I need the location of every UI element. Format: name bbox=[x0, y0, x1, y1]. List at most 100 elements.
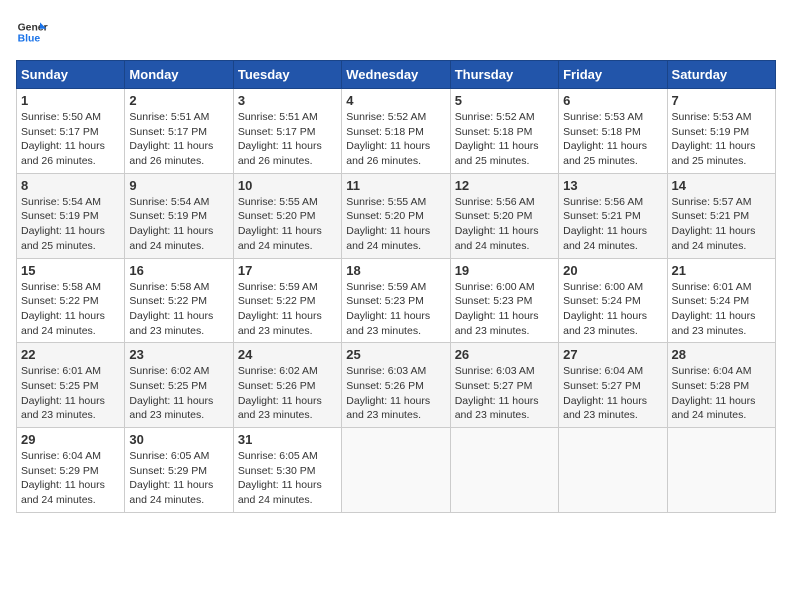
day-info: Sunrise: 6:04 AM Sunset: 5:28 PM Dayligh… bbox=[672, 364, 771, 423]
calendar-cell: 28 Sunrise: 6:04 AM Sunset: 5:28 PM Dayli… bbox=[667, 343, 775, 428]
day-info: Sunrise: 6:05 AM Sunset: 5:30 PM Dayligh… bbox=[238, 449, 337, 508]
day-info: Sunrise: 5:51 AM Sunset: 5:17 PM Dayligh… bbox=[129, 110, 228, 169]
day-info: Sunrise: 5:56 AM Sunset: 5:20 PM Dayligh… bbox=[455, 195, 554, 254]
calendar-cell: 17Sunrise: 5:59 AM Sunset: 5:22 PM Dayli… bbox=[233, 258, 341, 343]
calendar-cell: 15 Sunrise: 5:58 AM Sunset: 5:22 PM Dayli… bbox=[17, 258, 125, 343]
week-row-2: 8 Sunrise: 5:54 AM Sunset: 5:19 PM Daylig… bbox=[17, 173, 776, 258]
day-info: Sunrise: 6:03 AM Sunset: 5:27 PM Dayligh… bbox=[455, 364, 554, 423]
day-info: Sunrise: 5:55 AM Sunset: 5:20 PM Dayligh… bbox=[238, 195, 337, 254]
day-number: 7 bbox=[672, 93, 771, 108]
day-number: 18 bbox=[346, 263, 445, 278]
day-info: Sunrise: 5:57 AM Sunset: 5:21 PM Dayligh… bbox=[672, 195, 771, 254]
day-number: 3 bbox=[238, 93, 337, 108]
day-number: 31 bbox=[238, 432, 337, 447]
day-info: Sunrise: 6:03 AM Sunset: 5:26 PM Dayligh… bbox=[346, 364, 445, 423]
day-number: 30 bbox=[129, 432, 228, 447]
calendar-cell: 7 Sunrise: 5:53 AM Sunset: 5:19 PM Daylig… bbox=[667, 89, 775, 174]
day-number: 25 bbox=[346, 347, 445, 362]
week-row-5: 29Sunrise: 6:04 AM Sunset: 5:29 PM Dayli… bbox=[17, 428, 776, 513]
day-number: 27 bbox=[563, 347, 662, 362]
day-number: 1 bbox=[21, 93, 120, 108]
calendar-cell: 5 Sunrise: 5:52 AM Sunset: 5:18 PM Daylig… bbox=[450, 89, 558, 174]
calendar-cell bbox=[342, 428, 450, 513]
calendar-cell: 13Sunrise: 5:56 AM Sunset: 5:21 PM Dayli… bbox=[559, 173, 667, 258]
calendar-cell: 26Sunrise: 6:03 AM Sunset: 5:27 PM Dayli… bbox=[450, 343, 558, 428]
day-number: 11 bbox=[346, 178, 445, 193]
day-info: Sunrise: 5:50 AM Sunset: 5:17 PM Dayligh… bbox=[21, 110, 120, 169]
day-info: Sunrise: 5:51 AM Sunset: 5:17 PM Dayligh… bbox=[238, 110, 337, 169]
day-number: 15 bbox=[21, 263, 120, 278]
day-info: Sunrise: 6:02 AM Sunset: 5:25 PM Dayligh… bbox=[129, 364, 228, 423]
day-info: Sunrise: 5:53 AM Sunset: 5:19 PM Dayligh… bbox=[672, 110, 771, 169]
calendar-table: SundayMondayTuesdayWednesdayThursdayFrid… bbox=[16, 60, 776, 513]
logo-icon: General Blue bbox=[16, 16, 48, 48]
day-number: 10 bbox=[238, 178, 337, 193]
calendar-cell: 4 Sunrise: 5:52 AM Sunset: 5:18 PM Daylig… bbox=[342, 89, 450, 174]
calendar-cell: 14 Sunrise: 5:57 AM Sunset: 5:21 PM Dayli… bbox=[667, 173, 775, 258]
day-info: Sunrise: 6:04 AM Sunset: 5:29 PM Dayligh… bbox=[21, 449, 120, 508]
day-number: 20 bbox=[563, 263, 662, 278]
calendar-cell: 22 Sunrise: 6:01 AM Sunset: 5:25 PM Dayli… bbox=[17, 343, 125, 428]
day-info: Sunrise: 5:54 AM Sunset: 5:19 PM Dayligh… bbox=[21, 195, 120, 254]
day-number: 16 bbox=[129, 263, 228, 278]
day-number: 23 bbox=[129, 347, 228, 362]
calendar-cell: 16Sunrise: 5:58 AM Sunset: 5:22 PM Dayli… bbox=[125, 258, 233, 343]
week-row-4: 22 Sunrise: 6:01 AM Sunset: 5:25 PM Dayli… bbox=[17, 343, 776, 428]
calendar-cell: 23 Sunrise: 6:02 AM Sunset: 5:25 PM Dayli… bbox=[125, 343, 233, 428]
day-info: Sunrise: 5:59 AM Sunset: 5:23 PM Dayligh… bbox=[346, 280, 445, 339]
calendar-cell: 21 Sunrise: 6:01 AM Sunset: 5:24 PM Dayli… bbox=[667, 258, 775, 343]
calendar-cell: 18 Sunrise: 5:59 AM Sunset: 5:23 PM Dayli… bbox=[342, 258, 450, 343]
day-number: 2 bbox=[129, 93, 228, 108]
calendar-cell: 29Sunrise: 6:04 AM Sunset: 5:29 PM Dayli… bbox=[17, 428, 125, 513]
day-info: Sunrise: 5:52 AM Sunset: 5:18 PM Dayligh… bbox=[455, 110, 554, 169]
day-number: 22 bbox=[21, 347, 120, 362]
day-info: Sunrise: 5:58 AM Sunset: 5:22 PM Dayligh… bbox=[21, 280, 120, 339]
calendar-cell: 1 Sunrise: 5:50 AM Sunset: 5:17 PM Daylig… bbox=[17, 89, 125, 174]
day-number: 24 bbox=[238, 347, 337, 362]
day-info: Sunrise: 5:59 AM Sunset: 5:22 PM Dayligh… bbox=[238, 280, 337, 339]
day-info: Sunrise: 6:01 AM Sunset: 5:24 PM Dayligh… bbox=[672, 280, 771, 339]
column-header-monday: Monday bbox=[125, 61, 233, 89]
calendar-cell: 11 Sunrise: 5:55 AM Sunset: 5:20 PM Dayli… bbox=[342, 173, 450, 258]
day-info: Sunrise: 6:04 AM Sunset: 5:27 PM Dayligh… bbox=[563, 364, 662, 423]
svg-text:Blue: Blue bbox=[18, 34, 41, 45]
calendar-cell: 30Sunrise: 6:05 AM Sunset: 5:29 PM Dayli… bbox=[125, 428, 233, 513]
calendar-cell: 12Sunrise: 5:56 AM Sunset: 5:20 PM Dayli… bbox=[450, 173, 558, 258]
day-number: 19 bbox=[455, 263, 554, 278]
calendar-cell: 20 Sunrise: 6:00 AM Sunset: 5:24 PM Dayli… bbox=[559, 258, 667, 343]
column-header-thursday: Thursday bbox=[450, 61, 558, 89]
calendar-header-row: SundayMondayTuesdayWednesdayThursdayFrid… bbox=[17, 61, 776, 89]
logo: General Blue bbox=[16, 16, 48, 48]
day-number: 5 bbox=[455, 93, 554, 108]
calendar-cell: 8 Sunrise: 5:54 AM Sunset: 5:19 PM Daylig… bbox=[17, 173, 125, 258]
day-info: Sunrise: 6:02 AM Sunset: 5:26 PM Dayligh… bbox=[238, 364, 337, 423]
day-number: 14 bbox=[672, 178, 771, 193]
column-header-wednesday: Wednesday bbox=[342, 61, 450, 89]
week-row-1: 1 Sunrise: 5:50 AM Sunset: 5:17 PM Daylig… bbox=[17, 89, 776, 174]
calendar-cell: 3 Sunrise: 5:51 AM Sunset: 5:17 PM Daylig… bbox=[233, 89, 341, 174]
page-header: General Blue bbox=[16, 16, 776, 48]
day-info: Sunrise: 5:55 AM Sunset: 5:20 PM Dayligh… bbox=[346, 195, 445, 254]
calendar-cell: 25 Sunrise: 6:03 AM Sunset: 5:26 PM Dayli… bbox=[342, 343, 450, 428]
day-number: 9 bbox=[129, 178, 228, 193]
column-header-friday: Friday bbox=[559, 61, 667, 89]
calendar-cell bbox=[559, 428, 667, 513]
column-header-tuesday: Tuesday bbox=[233, 61, 341, 89]
day-number: 28 bbox=[672, 347, 771, 362]
day-info: Sunrise: 5:52 AM Sunset: 5:18 PM Dayligh… bbox=[346, 110, 445, 169]
calendar-cell bbox=[667, 428, 775, 513]
column-header-saturday: Saturday bbox=[667, 61, 775, 89]
calendar-cell: 6Sunrise: 5:53 AM Sunset: 5:18 PM Daylig… bbox=[559, 89, 667, 174]
calendar-cell: 24 Sunrise: 6:02 AM Sunset: 5:26 PM Dayli… bbox=[233, 343, 341, 428]
day-info: Sunrise: 6:00 AM Sunset: 5:24 PM Dayligh… bbox=[563, 280, 662, 339]
week-row-3: 15 Sunrise: 5:58 AM Sunset: 5:22 PM Dayli… bbox=[17, 258, 776, 343]
day-number: 4 bbox=[346, 93, 445, 108]
calendar-body: 1 Sunrise: 5:50 AM Sunset: 5:17 PM Daylig… bbox=[17, 89, 776, 513]
day-info: Sunrise: 5:54 AM Sunset: 5:19 PM Dayligh… bbox=[129, 195, 228, 254]
calendar-cell: 27 Sunrise: 6:04 AM Sunset: 5:27 PM Dayli… bbox=[559, 343, 667, 428]
day-info: Sunrise: 6:01 AM Sunset: 5:25 PM Dayligh… bbox=[21, 364, 120, 423]
day-info: Sunrise: 5:53 AM Sunset: 5:18 PM Dayligh… bbox=[563, 110, 662, 169]
day-number: 21 bbox=[672, 263, 771, 278]
day-number: 8 bbox=[21, 178, 120, 193]
calendar-cell: 10 Sunrise: 5:55 AM Sunset: 5:20 PM Dayli… bbox=[233, 173, 341, 258]
